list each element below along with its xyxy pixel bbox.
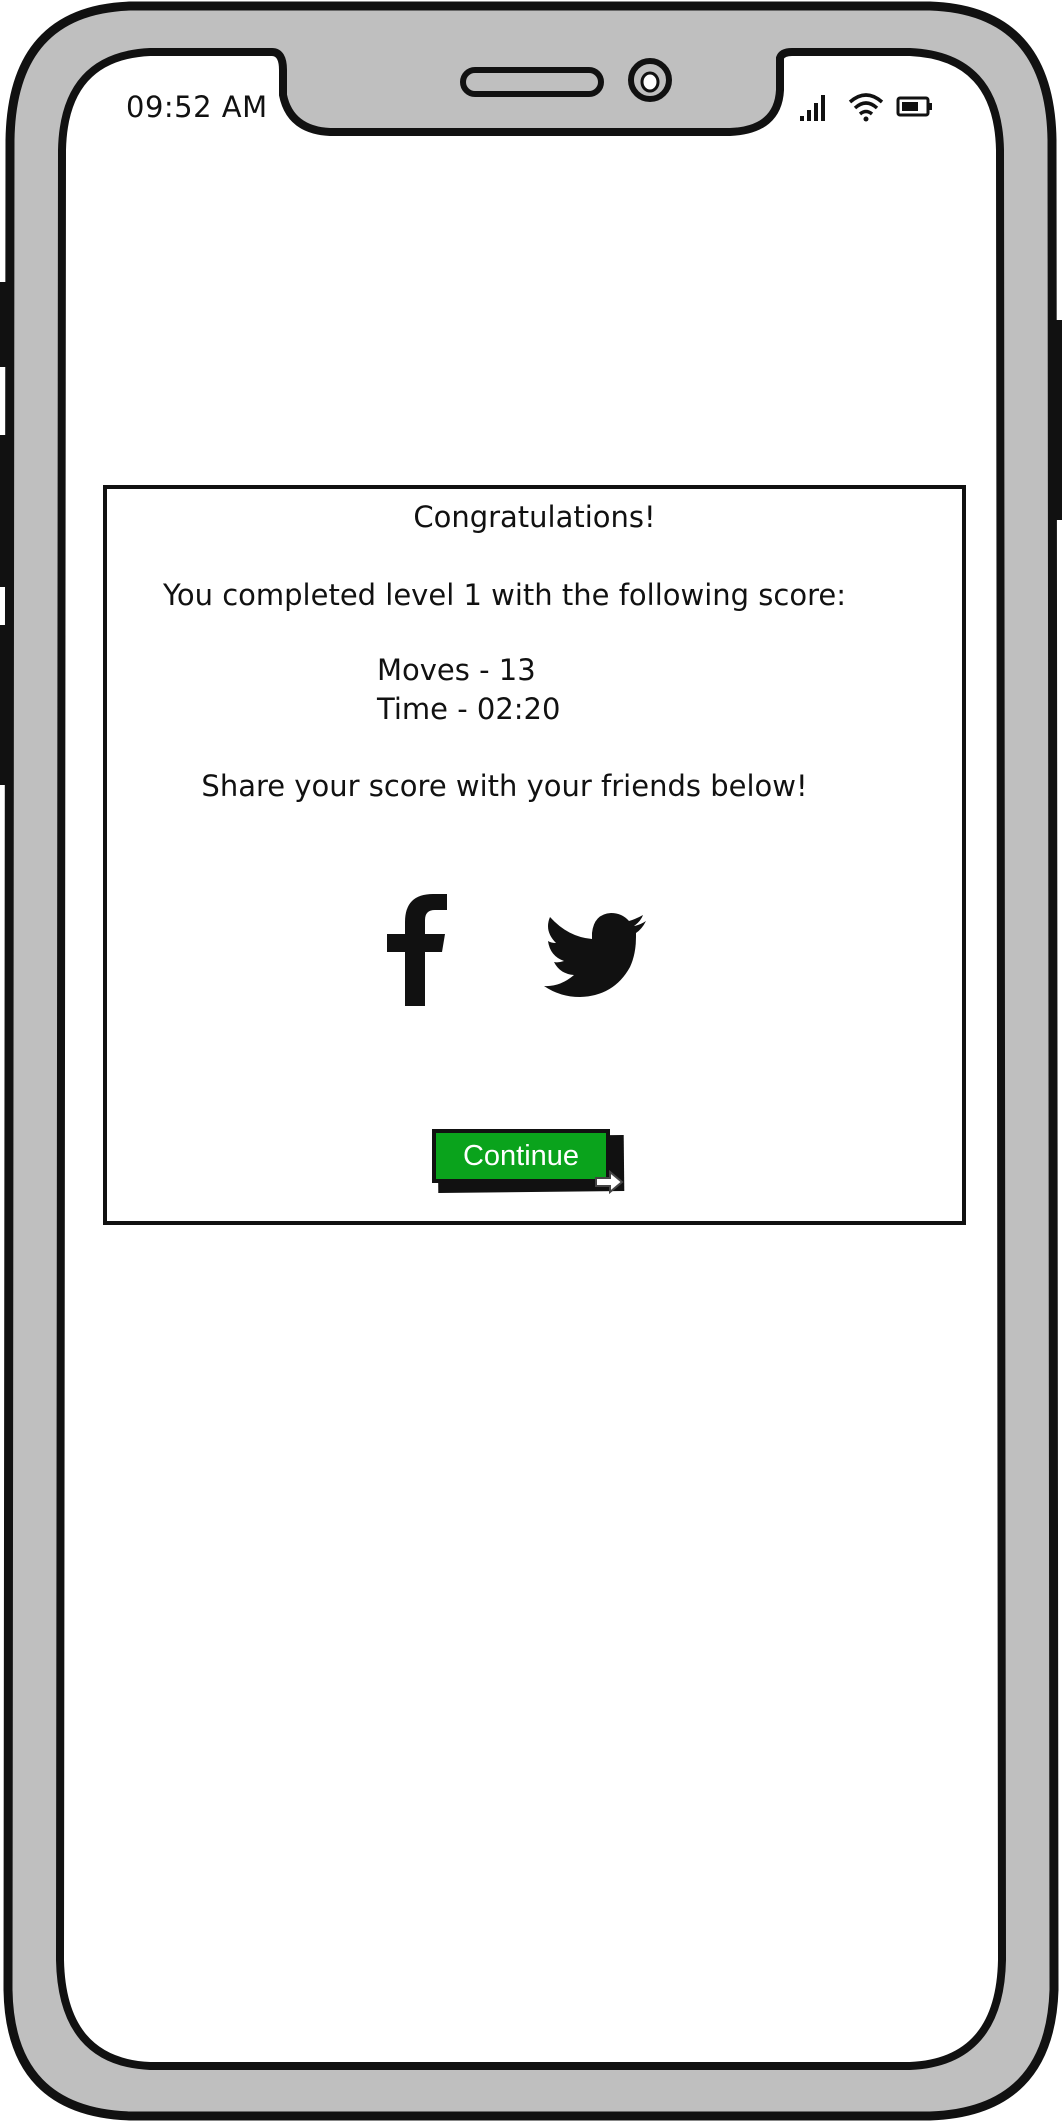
dialog-title: Congratulations! (413, 500, 656, 534)
pointer-cursor-icon (595, 1170, 624, 1194)
time-score: Time - 02:20 (377, 692, 561, 726)
signal-icon (800, 95, 825, 121)
status-icons (800, 93, 932, 122)
battery-icon (896, 96, 932, 117)
facebook-icon[interactable] (387, 894, 452, 1006)
score-dialog: Congratulations! You completed level 1 w… (103, 485, 966, 1225)
status-time: 09:52 AM (126, 90, 268, 124)
wifi-icon (848, 93, 884, 122)
moves-score: Moves - 13 (377, 653, 536, 687)
share-prompt: Share your score with your friends below… (201, 769, 808, 803)
twitter-icon[interactable] (544, 909, 649, 997)
completion-message: You completed level 1 with the following… (163, 578, 846, 612)
continue-button[interactable]: Continue (432, 1129, 610, 1183)
